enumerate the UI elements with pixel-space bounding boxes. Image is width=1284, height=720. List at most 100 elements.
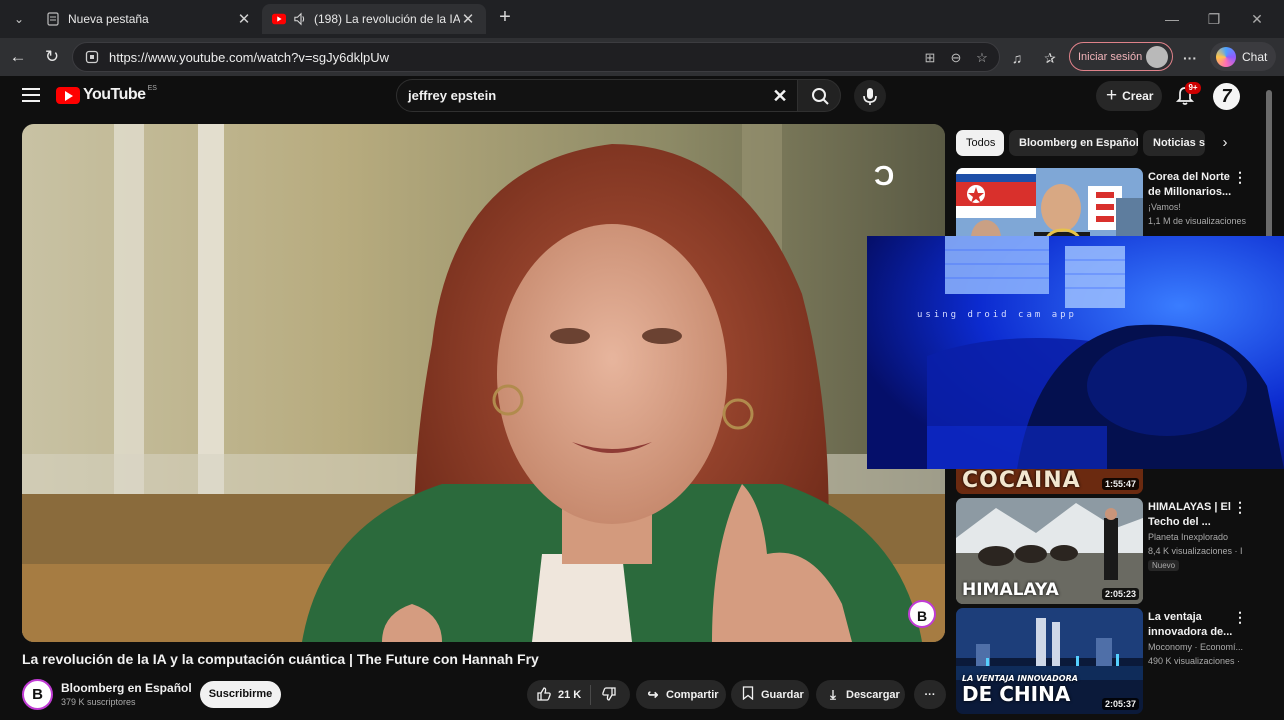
reload-icon[interactable]: ↻ [40,45,64,69]
search-input[interactable]: jeffrey epstein ✕ [396,79,798,112]
chip-bloomberg[interactable]: Bloomberg en Español [1009,130,1138,156]
zoom-icon[interactable]: ⊖ [947,49,965,67]
recommendation-views: 1,1 M de visualizaciones [1148,216,1246,226]
recommendation-item[interactable]: LA VENTAJA INNOVADORA DE CHINA 2:05:37 L… [956,608,1256,714]
save-button[interactable]: Guardar [731,680,809,709]
profile-avatar-icon [1146,46,1168,68]
like-count[interactable]: 21 K [558,689,581,701]
signin-label: Iniciar sesión [1078,50,1143,63]
url-text[interactable]: https://www.youtube.com/watch?v=sgJy6dkl… [109,50,389,65]
voice-search-button[interactable] [854,80,886,112]
chip-noticias[interactable]: Noticias sobre [1143,130,1205,156]
save-label: Guardar [761,688,804,701]
tab-list-chevron-icon[interactable]: ⌄ [8,8,30,30]
share-button[interactable]: ↪ Compartir [636,680,726,709]
chat-label: Chat [1242,49,1268,64]
kebab-menu-icon[interactable]: ⋮ [1233,170,1247,184]
overlay-caption: using droid cam app [917,310,1077,320]
kebab-menu-icon[interactable]: ⋮ [1233,500,1247,514]
dislike-thumb-icon[interactable] [600,686,618,704]
download-label: Descargar [846,688,900,701]
back-arrow-icon[interactable]: ← [6,45,30,69]
video-title: La revolución de la IA y la computación … [22,651,539,667]
search-icon [812,88,829,105]
download-icon: ⤓ [830,686,836,702]
minimize-icon[interactable]: — [1158,8,1186,30]
kebab-menu-icon[interactable]: ⋮ [1233,610,1247,624]
recommendation-channel: Moconomy · Economí... [1148,642,1244,652]
site-info-icon[interactable] [85,50,99,64]
signin-button[interactable]: Iniciar sesión [1069,42,1173,71]
recommendation-channel: ¡Vamos! [1148,202,1181,212]
tab-youtube-video[interactable]: (198) La revolución de la IA y l ✕ [262,4,486,34]
recommendation-item[interactable]: HIMALAYA 2:05:23 HIMALAYAS | El Techo de… [956,498,1256,604]
create-button[interactable]: + Crear [1096,81,1162,111]
logo-text: YouTube [83,86,146,103]
video-thumbnail[interactable]: LA VENTAJA INNOVADORA DE CHINA 2:05:37 [956,608,1143,714]
menu-hamburger-icon[interactable] [22,88,40,102]
more-actions-button[interactable]: ··· [914,680,946,709]
search-value: jeffrey epstein [408,88,497,103]
clear-search-icon[interactable]: ✕ [769,85,791,107]
new-badge: Nuevo [1148,560,1180,571]
copilot-chat-button[interactable]: Chat [1210,42,1276,71]
related-filter-chips: Todos Bloomberg en Español Noticias sobr… [956,130,1246,156]
favorite-star-icon[interactable]: ☆ [973,49,991,67]
download-button[interactable]: ⤓ Descargar [816,680,905,709]
notifications-badge: 9+ [1185,82,1201,94]
like-thumb-icon[interactable] [535,686,553,704]
channel-name[interactable]: Bloomberg en Español [61,681,192,695]
tab-new-tab[interactable]: Nueva pestaña ✕ [36,4,262,34]
share-arrow-icon: ↪ [647,686,659,702]
share-label: Compartir [666,688,719,701]
browser-toolbar: ← ↻ https://www.youtube.com/watch?v=sgJy… [0,38,1284,76]
speaker-icon[interactable] [294,12,308,26]
more-options-icon[interactable]: ··· [1179,47,1201,69]
favorites-icon[interactable]: ✰ [1039,47,1061,69]
app-available-icon[interactable]: ⊞ [921,49,939,67]
chip-todos[interactable]: Todos [956,130,1004,156]
video-player[interactable]: Ɔ B [22,124,945,642]
media-control-icon[interactable]: ♫ [1006,47,1028,69]
channel-branding-icon[interactable]: B [908,600,936,628]
youtube-logo[interactable]: YouTube ES [56,84,157,104]
subscribe-button[interactable]: Suscribirme [200,681,281,708]
youtube-favicon-icon [272,12,286,26]
logo-country: ES [147,84,157,92]
recommendation-title[interactable]: La ventaja innovadora de... [1148,610,1236,640]
subscriber-count: 379 K suscriptores [61,697,136,707]
channel-logo-watermark: Ɔ [874,160,895,191]
divider [590,684,592,705]
chevron-right-icon[interactable]: › [1214,130,1236,156]
youtube-play-logo-icon [56,86,80,104]
tab-title: Nueva pestaña [68,12,149,26]
restore-icon[interactable]: ❐ [1200,8,1228,30]
microphone-icon [863,88,877,105]
camera-frame [867,236,1284,469]
address-bar[interactable]: https://www.youtube.com/watch?v=sgJy6dkl… [72,42,1000,72]
duration-badge: 2:05:23 [1101,588,1139,600]
tab-close-icon[interactable]: ✕ [460,10,476,28]
tab-close-icon[interactable]: ✕ [236,10,252,28]
screen: { "browser": { "tabs": [ {"title": "Nuev… [0,0,1284,720]
browser-tab-bar: ⌄ Nueva pestaña ✕ (198) La revolución de… [0,0,1284,38]
channel-avatar[interactable]: B [22,679,53,710]
close-window-icon[interactable]: ✕ [1243,8,1271,30]
like-dislike-group: 21 K [527,680,630,709]
camera-overlay-window[interactable]: using droid cam app [867,236,1284,469]
search-button[interactable] [797,79,841,112]
new-tab-button[interactable]: + [494,6,516,30]
recommendation-views: 8,4 K visualizaciones · I [1148,546,1243,556]
tab-title: (198) La revolución de la IA y l [314,12,460,26]
recommendation-views: 490 K visualizaciones · [1148,656,1241,666]
create-label: Crear [1122,89,1154,103]
bookmark-icon [739,685,757,704]
page-icon [46,12,60,26]
account-avatar[interactable]: 7 [1213,83,1240,110]
recommendation-title[interactable]: Corea del Norte de Millonarios... [1148,170,1236,200]
duration-badge: 2:05:37 [1101,698,1139,710]
youtube-header: YouTube ES jeffrey epstein ✕ + Crear 9+ … [0,76,1284,118]
duration-badge: 1:55:47 [1101,478,1139,490]
recommendation-title[interactable]: HIMALAYAS | El Techo del ... [1148,500,1236,530]
video-thumbnail[interactable]: HIMALAYA 2:05:23 [956,498,1143,604]
